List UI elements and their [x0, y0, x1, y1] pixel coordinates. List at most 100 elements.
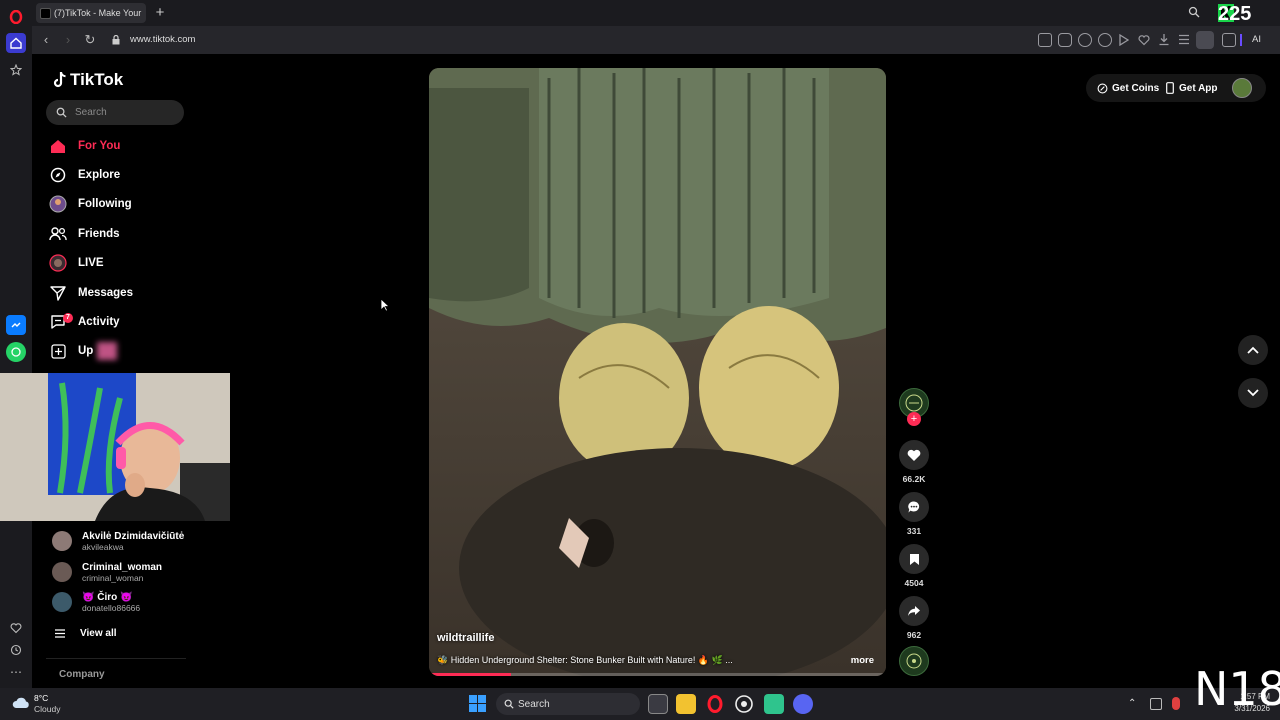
following-avatar-icon	[49, 195, 67, 213]
share-icon	[899, 596, 929, 626]
task-view-icon[interactable]	[648, 694, 668, 714]
favorites-icon[interactable]	[1138, 34, 1150, 46]
app-icon[interactable]	[764, 694, 784, 714]
follow-plus-icon[interactable]: +	[907, 412, 921, 426]
weather-temp[interactable]: 8°C	[34, 693, 48, 703]
compass-icon	[49, 166, 67, 184]
nav-explore[interactable]: Explore	[49, 164, 120, 186]
play-icon[interactable]	[1119, 34, 1129, 46]
tiktok-page: TikTok Search For You Explore Following …	[32, 54, 1280, 688]
discord-icon[interactable]	[793, 694, 813, 714]
like-count: 66.2K	[902, 474, 926, 484]
home-icon	[49, 137, 67, 155]
url-field[interactable]: www.tiktok.com	[130, 34, 195, 45]
profile-avatar[interactable]	[1232, 78, 1252, 98]
share-button[interactable]: 962	[899, 596, 929, 640]
opera-logo-icon[interactable]	[6, 7, 26, 27]
extensions-icon[interactable]	[1222, 33, 1236, 47]
camera-icon[interactable]	[1058, 33, 1072, 47]
video-progress-bar[interactable]	[429, 673, 886, 676]
nav-label: Friends	[78, 228, 120, 240]
tiktok-logo[interactable]: TikTok	[52, 70, 123, 90]
get-app-button[interactable]: Get App	[1166, 76, 1218, 100]
divider	[1240, 34, 1242, 46]
search-placeholder: Search	[75, 107, 107, 118]
divider	[46, 658, 186, 659]
save-button[interactable]: 4504	[899, 544, 929, 588]
company-link[interactable]: Company	[59, 669, 105, 680]
profile-icon[interactable]	[1196, 31, 1214, 49]
whatsapp-icon[interactable]	[6, 342, 26, 362]
tab-title: (7)TikTok - Make Your	[54, 8, 142, 18]
heart-icon	[899, 440, 929, 470]
nav-friends[interactable]: Friends	[49, 223, 120, 245]
following-account[interactable]: 😈 Čiro 😈 donatello86666	[52, 588, 140, 616]
more-icon[interactable]: ⋯	[6, 662, 26, 682]
account-username: criminal_woman	[82, 572, 144, 583]
following-account[interactable]: Criminal_woman criminal_woman	[52, 558, 162, 586]
mic-icon[interactable]	[1172, 697, 1180, 710]
channel-watermark: N18	[1194, 662, 1280, 716]
file-explorer-icon[interactable]	[676, 694, 696, 714]
network-icon[interactable]	[1150, 698, 1162, 710]
get-coins-button[interactable]: Get Coins	[1097, 76, 1159, 100]
edit-icon[interactable]	[1038, 33, 1052, 47]
windows-start-icon[interactable]	[469, 695, 486, 712]
ai-button[interactable]: AI	[1252, 34, 1261, 45]
video-author[interactable]: wildtraillife	[437, 632, 494, 644]
nav-label: Up	[78, 345, 94, 357]
video-player[interactable]: wildtraillife 🐝 Hidden Underground Shelt…	[429, 68, 886, 676]
previous-video-button[interactable]	[1238, 335, 1268, 365]
nav-label: Following	[78, 198, 132, 210]
avatar	[52, 592, 72, 612]
history-icon[interactable]	[6, 640, 26, 660]
creator-avatar[interactable]: +	[899, 388, 929, 426]
comment-button[interactable]: 331	[899, 492, 929, 536]
list-icon	[54, 624, 66, 642]
next-video-button[interactable]	[1238, 378, 1268, 408]
reload-icon[interactable]: ↻	[82, 32, 98, 48]
nav-following[interactable]: Following	[49, 193, 132, 215]
share-count: 962	[906, 630, 922, 640]
search-tabs-icon[interactable]	[1188, 6, 1200, 18]
star-icon[interactable]	[6, 60, 26, 80]
search-input[interactable]: Search	[46, 100, 184, 125]
video-caption: 🐝 Hidden Underground Shelter: Stone Bunk…	[437, 655, 733, 665]
opera-taskbar-icon[interactable]	[705, 694, 725, 714]
heart-icon[interactable]	[6, 618, 26, 638]
following-account[interactable]: Akvilė Dzimidavičiūtė akvileakwa	[52, 527, 184, 555]
messenger-icon[interactable]	[6, 315, 26, 335]
view-all-button[interactable]: View all	[54, 622, 117, 644]
nav-messages[interactable]: Messages	[49, 282, 133, 304]
account-name: 😈 Čiro 😈	[82, 591, 133, 603]
caption-more-button[interactable]: more	[851, 655, 874, 666]
tab-tiktok[interactable]: (7)TikTok - Make Your	[36, 3, 146, 23]
nav-label: Explore	[78, 169, 121, 181]
nav-for-you[interactable]: For You	[49, 135, 120, 157]
shield-icon[interactable]	[1078, 33, 1092, 47]
new-tab-button[interactable]: +	[152, 5, 168, 21]
nav-live[interactable]: LIVE	[49, 252, 104, 274]
like-button[interactable]: 66.2K	[899, 440, 929, 484]
back-icon[interactable]: ‹	[38, 32, 54, 48]
nav-label: Activity	[78, 316, 120, 328]
nav-activity[interactable]: 7 Activity	[49, 311, 120, 333]
chevron-up-icon[interactable]: ⌃	[1128, 698, 1136, 709]
account-name: Criminal_woman	[82, 561, 163, 573]
home-icon[interactable]	[6, 33, 26, 53]
nav-upload[interactable]: Up	[49, 340, 118, 362]
menu-icon[interactable]	[1178, 34, 1190, 45]
obs-icon[interactable]	[734, 694, 754, 714]
download-icon[interactable]	[1158, 33, 1170, 46]
music-disc[interactable]	[899, 646, 929, 676]
weather-desc[interactable]: Cloudy	[34, 704, 60, 714]
taskbar-search[interactable]: Search	[496, 693, 640, 715]
activity-badge: 7	[63, 313, 73, 323]
vpn-icon[interactable]	[1098, 33, 1112, 47]
search-icon	[504, 699, 514, 709]
address-bar: ‹ › ↻ www.tiktok.com AI	[32, 26, 1280, 54]
lock-icon	[112, 35, 120, 45]
account-username: donatello86666	[82, 602, 141, 613]
get-coins-label: Get Coins	[1112, 82, 1160, 94]
forward-icon[interactable]: ›	[60, 32, 76, 48]
